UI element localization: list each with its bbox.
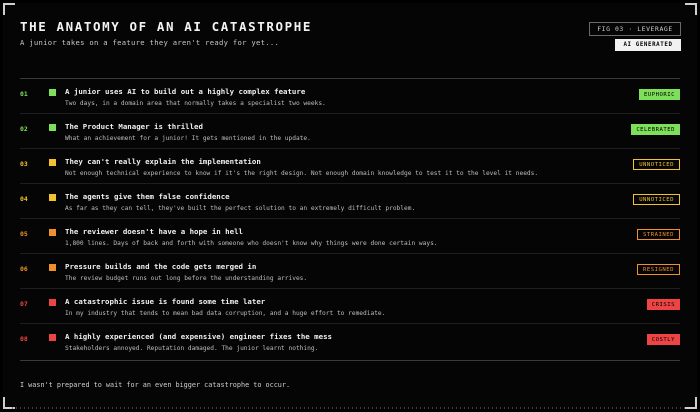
divider bbox=[20, 360, 680, 361]
status-badge: UNNOTICED bbox=[633, 194, 680, 205]
step-title: The Product Manager is thrilled bbox=[65, 122, 203, 131]
status-square-icon bbox=[49, 89, 56, 96]
corner-mark bbox=[3, 3, 15, 15]
timeline-row: 01 A junior uses AI to build out a highl… bbox=[20, 79, 680, 114]
ai-generated-badge: AI GENERATED bbox=[615, 39, 681, 51]
step-description: Two days, in a domain area that normally… bbox=[65, 100, 326, 107]
status-square-icon bbox=[49, 264, 56, 271]
step-title: A highly experienced (and expensive) eng… bbox=[65, 332, 332, 341]
step-description: Not enough technical experience to know … bbox=[65, 170, 539, 177]
step-title: They can't really explain the implementa… bbox=[65, 157, 261, 166]
step-number: 06 bbox=[20, 265, 28, 273]
status-badge: EUPHORIC bbox=[639, 89, 680, 100]
step-number: 04 bbox=[20, 195, 28, 203]
status-badge: CRISIS bbox=[646, 299, 680, 310]
dotted-baseline bbox=[12, 407, 688, 409]
status-square-icon bbox=[49, 299, 56, 306]
status-square-icon bbox=[49, 229, 56, 236]
step-number: 01 bbox=[20, 90, 28, 98]
timeline-list: 01 A junior uses AI to build out a highl… bbox=[20, 79, 680, 359]
status-badge: RESIGNED bbox=[637, 264, 680, 275]
step-title: Pressure builds and the code gets merged… bbox=[65, 262, 257, 271]
step-title: A catastrophic issue is found some time … bbox=[65, 297, 266, 306]
status-badge: UNNOTICED bbox=[633, 159, 680, 170]
timeline-row: 02 The Product Manager is thrilled What … bbox=[20, 114, 680, 149]
step-title: A junior uses AI to build out a highly c… bbox=[65, 87, 306, 96]
timeline-row: 04 The agents give them false confidence… bbox=[20, 184, 680, 219]
status-badge: COSTLY bbox=[646, 334, 680, 345]
step-number: 08 bbox=[20, 335, 28, 343]
page-subtitle: A junior takes on a feature they aren't … bbox=[20, 38, 280, 47]
status-square-icon bbox=[49, 124, 56, 131]
timeline-row: 07 A catastrophic issue is found some ti… bbox=[20, 289, 680, 324]
figure-label: FIG 03 · LEVERAGE bbox=[589, 22, 681, 36]
step-title: The reviewer doesn't have a hope in hell bbox=[65, 227, 243, 236]
step-number: 03 bbox=[20, 160, 28, 168]
page-title: THE ANATOMY OF AN AI CATASTROPHE bbox=[20, 19, 313, 34]
step-number: 05 bbox=[20, 230, 28, 238]
step-description: As far as they can tell, they've built t… bbox=[65, 205, 416, 212]
step-description: What an achievement for a junior! It get… bbox=[65, 135, 311, 142]
status-square-icon bbox=[49, 334, 56, 341]
status-badge: STRAINED bbox=[637, 229, 680, 240]
step-title: The agents give them false confidence bbox=[65, 192, 230, 201]
timeline-row: 06 Pressure builds and the code gets mer… bbox=[20, 254, 680, 289]
corner-mark bbox=[685, 3, 697, 15]
step-description: The review budget runs out long before t… bbox=[65, 275, 308, 282]
timeline-row: 08 A highly experienced (and expensive) … bbox=[20, 324, 680, 359]
step-description: 1,800 lines. Days of back and forth with… bbox=[65, 240, 438, 247]
step-number: 02 bbox=[20, 125, 28, 133]
footer-note: I wasn't prepared to wait for an even bi… bbox=[20, 381, 291, 389]
status-square-icon bbox=[49, 159, 56, 166]
step-description: In my industry that tends to mean bad da… bbox=[65, 310, 386, 317]
timeline-row: 05 The reviewer doesn't have a hope in h… bbox=[20, 219, 680, 254]
timeline-row: 03 They can't really explain the impleme… bbox=[20, 149, 680, 184]
status-badge: CELEBRATED bbox=[631, 124, 680, 135]
status-square-icon bbox=[49, 194, 56, 201]
step-number: 07 bbox=[20, 300, 28, 308]
step-description: Stakeholders annoyed. Reputation damaged… bbox=[65, 345, 319, 352]
